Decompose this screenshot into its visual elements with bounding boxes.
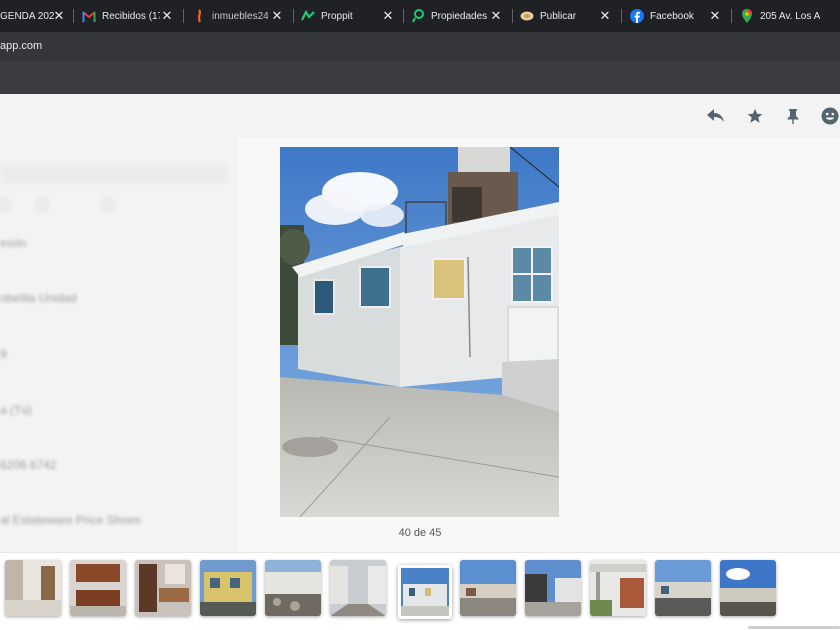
- chat-name: 6206 6742: [0, 458, 57, 472]
- chat-row: obelita Unidad: [0, 291, 225, 341]
- filter-chip: [34, 196, 50, 214]
- tab-title: Recibidos (17: [102, 10, 160, 22]
- maps-pin-icon: [740, 9, 754, 23]
- tab-title: Proppit: [321, 10, 353, 22]
- main-photo[interactable]: [280, 147, 559, 517]
- thumbnail[interactable]: [525, 560, 581, 616]
- close-icon[interactable]: ✕: [160, 9, 174, 23]
- close-icon[interactable]: ✕: [52, 9, 66, 23]
- chat-name: al Estateware Price Shoes: [0, 513, 141, 527]
- address-bar[interactable]: app.com: [0, 32, 840, 62]
- tab-title: Publicar: [540, 10, 577, 22]
- close-icon[interactable]: ✕: [270, 9, 284, 23]
- close-icon[interactable]: ✕: [598, 9, 612, 23]
- filter-chip: [100, 196, 116, 214]
- emoji-icon[interactable]: [820, 106, 840, 126]
- tab-facebook[interactable]: Facebook ✕: [630, 0, 722, 32]
- thumbnail[interactable]: [135, 560, 191, 616]
- whatsapp-page: esón obelita Unidad 9 a (Tú) 6206 6742 a…: [0, 94, 840, 630]
- proppit-icon: [301, 9, 315, 23]
- thumbnail[interactable]: [70, 560, 126, 616]
- chat-name: obelita Unidad: [0, 291, 77, 305]
- tab-gmail[interactable]: Recibidos (17 ✕: [82, 0, 174, 32]
- tab-title: Facebook: [650, 10, 694, 22]
- thumbnail[interactable]: [265, 560, 321, 616]
- thumbnail-selected[interactable]: [398, 565, 452, 619]
- tab-separator: [731, 9, 732, 23]
- thumbnail[interactable]: [460, 560, 516, 616]
- chat-row: 9: [0, 347, 225, 397]
- url-text[interactable]: app.com: [0, 40, 42, 52]
- chat-name: a (Tú): [0, 403, 33, 417]
- tab-maps[interactable]: 205 Av. Los A: [740, 0, 840, 32]
- gmail-icon: [82, 9, 96, 23]
- tab-title: Propiedades: [431, 10, 488, 22]
- close-icon[interactable]: ✕: [708, 9, 722, 23]
- tab-separator: [183, 9, 184, 23]
- chat-list-background: esón obelita Unidad 9 a (Tú) 6206 6742 a…: [0, 94, 235, 554]
- tab-proppit[interactable]: Proppit ✕: [301, 0, 395, 32]
- tab-separator: [512, 9, 513, 23]
- thumbnail-scrollbar[interactable]: [748, 626, 840, 629]
- thumbnail[interactable]: [200, 560, 256, 616]
- thumbnail-strip: [0, 552, 840, 630]
- tab-separator: [621, 9, 622, 23]
- facebook-icon: [630, 9, 644, 23]
- thumbnail[interactable]: [5, 560, 61, 616]
- tab-title: GENDA 202: [0, 10, 55, 22]
- propiedades-icon: [411, 9, 425, 23]
- thumbnail[interactable]: [330, 560, 386, 616]
- close-icon[interactable]: ✕: [489, 9, 503, 23]
- search-bar-background: [0, 164, 228, 184]
- star-icon[interactable]: [745, 106, 765, 126]
- tab-agenda[interactable]: GENDA 202 ✕: [0, 0, 66, 32]
- thumbnail[interactable]: [590, 560, 646, 616]
- tab-propiedades[interactable]: Propiedades ✕: [411, 0, 503, 32]
- chat-name: esón: [0, 236, 27, 250]
- tab-inmuebles24[interactable]: inmuebles24 ✕: [192, 0, 284, 32]
- filter-chip: [0, 196, 12, 214]
- tab-bar: GENDA 202 ✕ Recibidos (17 ✕ inmuebles24 …: [0, 0, 840, 32]
- tab-title: inmuebles24: [212, 10, 268, 22]
- tab-title: 205 Av. Los A: [760, 10, 821, 22]
- thumbnail[interactable]: [720, 560, 776, 616]
- pin-icon[interactable]: [783, 106, 803, 126]
- photo-counter: 40 de 45: [398, 527, 442, 539]
- reply-icon[interactable]: [706, 106, 726, 126]
- chat-name: 9: [0, 347, 7, 361]
- bookmark-bar: [0, 62, 840, 94]
- tab-separator: [403, 9, 404, 23]
- tab-separator: [73, 9, 74, 23]
- chat-row: 6206 6742: [0, 458, 225, 508]
- tab-publicar[interactable]: Publicar ✕: [520, 0, 612, 32]
- house-photo: [280, 147, 559, 517]
- tab-separator: [293, 9, 294, 23]
- chat-row: esón: [0, 236, 225, 286]
- thumbnail[interactable]: [655, 560, 711, 616]
- close-icon[interactable]: ✕: [381, 9, 395, 23]
- chat-row: a (Tú): [0, 403, 225, 453]
- publicar-icon: [520, 9, 534, 23]
- inmuebles24-icon: [192, 9, 206, 23]
